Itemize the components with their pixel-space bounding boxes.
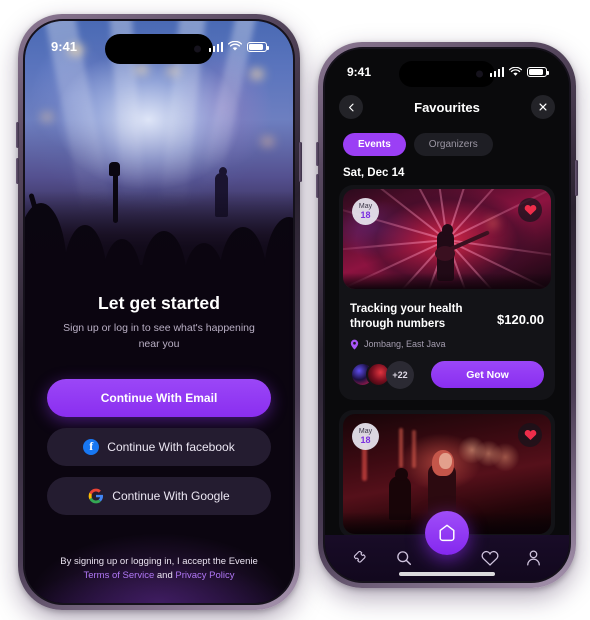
continue-with-google-label: Continue With Google <box>112 488 230 503</box>
page-subtitle: Sign up or log in to see what's happenin… <box>63 322 255 350</box>
terms-of-service-link[interactable]: Terms of Service <box>83 570 154 581</box>
ticket-icon <box>353 550 366 563</box>
chevron-left-icon <box>348 103 354 111</box>
day-section-label: Sat, Dec 14 <box>343 167 405 179</box>
search-icon <box>396 551 411 566</box>
wifi-icon <box>228 41 242 51</box>
legal-line-1: By signing up or logging in, I accept th… <box>60 556 258 567</box>
attendee-avatars[interactable]: +22 <box>350 360 414 389</box>
location-pin-icon <box>350 339 359 350</box>
filter-tabs: Events Organizers <box>343 133 493 156</box>
status-time: 9:41 <box>51 39 78 54</box>
google-icon <box>88 488 104 503</box>
event-card-footer: +22 Get Now <box>350 360 544 389</box>
nav-profile-button[interactable] <box>520 545 546 571</box>
onboarding-screen: 9:41 Let get started Sign up or log in t… <box>25 21 293 603</box>
event-location: Jombang, East Java <box>350 339 544 350</box>
favourites-screen: 9:41 Favourites Events Organizers Sat, D… <box>325 49 569 581</box>
event-location-label: Jombang, East Java <box>364 339 446 350</box>
cellular-signal-icon <box>208 41 223 52</box>
phone-mockup-left: 9:41 Let get started Sign up or log in t… <box>16 14 302 610</box>
volume-up-button-right[interactable] <box>316 142 319 166</box>
event-details: Tracking your health through numbers $12… <box>339 293 555 400</box>
heart-outline-icon <box>481 550 499 566</box>
status-time-right: 9:41 <box>347 65 372 79</box>
tab-events-label: Events <box>358 139 391 150</box>
event-card[interactable]: May 18 Tracking your health through numb… <box>339 185 555 400</box>
home-indicator <box>399 572 495 576</box>
privacy-policy-link[interactable]: Privacy Policy <box>175 570 234 581</box>
page-title-favourites: Favourites <box>414 99 480 115</box>
event-title: Tracking your health through numbers <box>350 303 463 331</box>
status-bar-right: 9:41 <box>325 65 569 79</box>
volume-down-button[interactable] <box>16 158 19 184</box>
event-date-badge: May 18 <box>352 422 379 450</box>
favourites-header: Favourites <box>325 93 569 121</box>
cellular-signal-icon-right <box>489 67 504 77</box>
status-bar-left: 9:41 <box>25 39 293 54</box>
favourite-toggle-button[interactable] <box>518 422 542 447</box>
event-image: May 18 <box>343 189 551 289</box>
favourite-toggle-button[interactable] <box>518 198 542 222</box>
get-now-label: Get Now <box>466 368 509 381</box>
battery-icon-right <box>527 67 549 77</box>
wifi-icon-right <box>509 67 522 76</box>
nav-search-button[interactable] <box>391 545 417 571</box>
power-button[interactable] <box>299 142 302 182</box>
continue-with-email-label: Continue With Email <box>100 390 218 405</box>
back-button[interactable] <box>339 95 363 119</box>
person-icon <box>526 550 540 566</box>
event-date-month: May <box>358 203 373 210</box>
nav-tickets-button[interactable] <box>348 545 374 571</box>
phone-mockup-right: 9:41 Favourites Events Organizers Sat, D… <box>316 42 578 588</box>
tab-organizers[interactable]: Organizers <box>413 133 493 156</box>
hero-concert-image <box>25 21 293 311</box>
phone-screen-right: 9:41 Favourites Events Organizers Sat, D… <box>323 47 571 583</box>
home-icon <box>439 524 455 542</box>
volume-up-button[interactable] <box>16 122 19 148</box>
screenshot-canvas: 9:41 Let get started Sign up or log in t… <box>0 0 590 620</box>
event-date-month: May <box>358 427 373 435</box>
event-date-day: 18 <box>360 434 371 445</box>
facebook-icon <box>83 438 100 455</box>
close-icon <box>539 103 547 111</box>
power-button-right[interactable] <box>575 160 578 196</box>
continue-with-email-button[interactable]: Continue With Email <box>47 378 271 417</box>
continue-with-facebook-button[interactable]: Continue With facebook <box>47 427 271 466</box>
tab-organizers-label: Organizers <box>428 139 478 150</box>
page-title: Let get started <box>97 293 221 313</box>
event-price: $120.00 <box>497 312 544 327</box>
attendee-count-badge: +22 <box>386 360 414 389</box>
event-date-day: 18 <box>360 210 371 220</box>
legal-conjunction: and <box>156 570 173 581</box>
tab-events[interactable]: Events <box>343 133 406 156</box>
nav-favourites-button[interactable] <box>477 545 503 571</box>
close-button[interactable] <box>531 95 555 119</box>
heart-filled-icon <box>524 429 536 440</box>
volume-down-button-right[interactable] <box>316 174 319 198</box>
event-date-badge: May 18 <box>352 198 379 225</box>
phone-screen-left: 9:41 Let get started Sign up or log in t… <box>23 19 295 605</box>
continue-with-google-button[interactable]: Continue With Google <box>47 476 271 515</box>
home-fab-button[interactable] <box>425 511 469 555</box>
battery-icon <box>247 41 269 52</box>
heart-filled-icon <box>524 205 536 216</box>
continue-with-facebook-label: Continue With facebook <box>107 439 235 454</box>
get-now-button[interactable]: Get Now <box>431 361 544 389</box>
legal-disclaimer: By signing up or logging in, I accept th… <box>25 556 293 581</box>
